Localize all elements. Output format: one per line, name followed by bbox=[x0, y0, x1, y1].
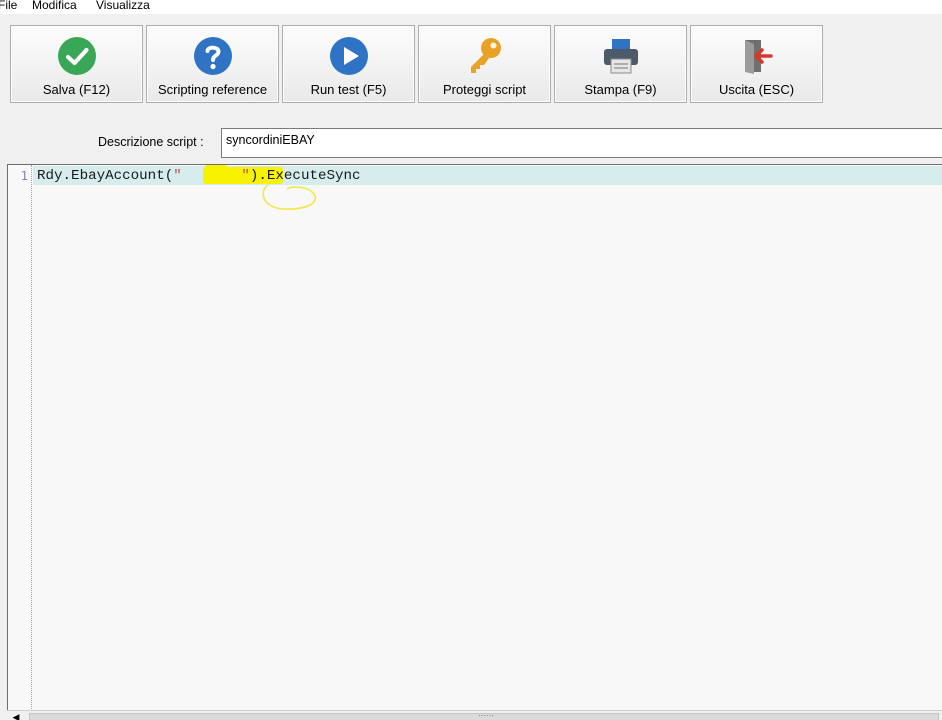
code-editor[interactable]: 1 Rdy.EbayAccount(" ").ExecuteSync bbox=[7, 164, 942, 720]
code-string: " " bbox=[173, 168, 250, 184]
horizontal-scrollbar[interactable]: ◀ ⋯⋯ bbox=[7, 710, 942, 720]
toolbar: Salva (F12) Scripting reference Run test… bbox=[0, 14, 942, 114]
exit-door-icon bbox=[744, 40, 773, 74]
menu-modifica[interactable]: Modifica bbox=[32, 0, 77, 13]
menu-bar: File Modifica Visualizza bbox=[0, 0, 942, 14]
line-number: 1 bbox=[20, 169, 28, 183]
save-button-label: Salva (F12) bbox=[42, 82, 111, 97]
scripting-reference-button[interactable]: Scripting reference bbox=[146, 25, 279, 103]
play-circle-icon bbox=[329, 37, 368, 75]
script-description-input[interactable] bbox=[221, 128, 942, 158]
line-number-gutter: 1 bbox=[8, 165, 32, 720]
script-description-label: Descrizione script : bbox=[98, 135, 204, 149]
scripting-reference-label: Scripting reference bbox=[157, 82, 268, 97]
print-button[interactable]: Stampa (F9) bbox=[554, 25, 687, 103]
scroll-left-icon[interactable]: ◀ bbox=[9, 712, 23, 720]
exit-button[interactable]: Uscita (ESC) bbox=[690, 25, 823, 103]
annotation-circle bbox=[262, 184, 317, 210]
help-circle-icon bbox=[193, 37, 232, 75]
code-prefix: Rdy.EbayAccount( bbox=[37, 168, 174, 184]
scrollbar-thumb[interactable]: ⋯⋯ bbox=[29, 711, 939, 720]
check-circle-icon bbox=[57, 37, 96, 75]
printer-icon bbox=[603, 39, 638, 74]
menu-file[interactable]: File bbox=[0, 0, 17, 13]
protect-script-button[interactable]: Proteggi script bbox=[418, 25, 551, 103]
grip-icon: ⋯⋯ bbox=[478, 711, 494, 720]
run-test-button[interactable]: Run test (F5) bbox=[282, 25, 415, 103]
protect-script-label: Proteggi script bbox=[442, 82, 527, 97]
exit-label: Uscita (ESC) bbox=[718, 82, 795, 97]
save-button[interactable]: Salva (F12) bbox=[10, 25, 143, 103]
run-test-label: Run test (F5) bbox=[310, 82, 387, 97]
menu-visualizza[interactable]: Visualizza bbox=[96, 0, 150, 13]
print-label: Stampa (F9) bbox=[584, 82, 657, 97]
key-icon bbox=[470, 38, 501, 73]
